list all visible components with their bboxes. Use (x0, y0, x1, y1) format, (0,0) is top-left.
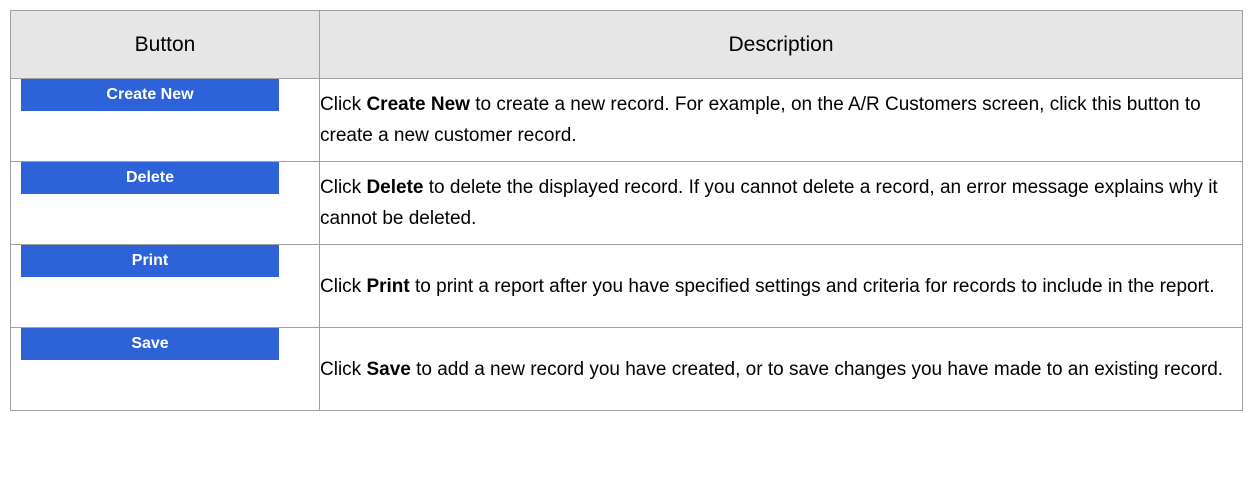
delete-button[interactable]: Delete (21, 162, 279, 194)
button-cell: Print (10, 244, 320, 328)
description-keyword: Save (366, 358, 411, 380)
header-description: Description (319, 10, 1243, 79)
table-row: Print Click Print to print a report afte… (10, 244, 1243, 328)
print-button[interactable]: Print (21, 245, 279, 277)
table-header: Button Description (10, 10, 1243, 79)
table-body: Create New Click Create New to create a … (10, 78, 1243, 411)
button-cell: Create New (10, 78, 320, 162)
description-cell: Click Save to add a new record you have … (319, 327, 1243, 411)
description-text: to delete the displayed record. If you c… (320, 177, 1218, 229)
description-cell: Click Print to print a report after you … (319, 244, 1243, 328)
description-prefix: Click (320, 177, 367, 198)
table-row: Create New Click Create New to create a … (10, 78, 1243, 162)
description-keyword: Delete (366, 177, 424, 198)
create-new-button[interactable]: Create New (21, 79, 279, 111)
description-cell: Click Create New to create a new record.… (319, 78, 1243, 162)
header-button: Button (10, 10, 320, 79)
description-keyword: Create New (366, 94, 470, 115)
description-text: to add a new record you have created, or… (410, 358, 1224, 380)
button-cell: Delete (10, 161, 320, 245)
header-row: Button Description (10, 10, 1243, 79)
description-prefix: Click (320, 358, 367, 380)
table-row: Save Click Save to add a new record you … (10, 327, 1243, 411)
description-text: to print a report after you have specifi… (409, 275, 1215, 297)
button-reference-table: Button Description Create New Click Crea… (10, 10, 1243, 411)
description-prefix: Click (320, 94, 367, 115)
description-cell: Click Delete to delete the displayed rec… (319, 161, 1243, 245)
table-row: Delete Click Delete to delete the displa… (10, 161, 1243, 245)
description-prefix: Click (320, 275, 367, 297)
description-keyword: Print (366, 275, 410, 297)
button-cell: Save (10, 327, 320, 411)
save-button[interactable]: Save (21, 328, 279, 360)
